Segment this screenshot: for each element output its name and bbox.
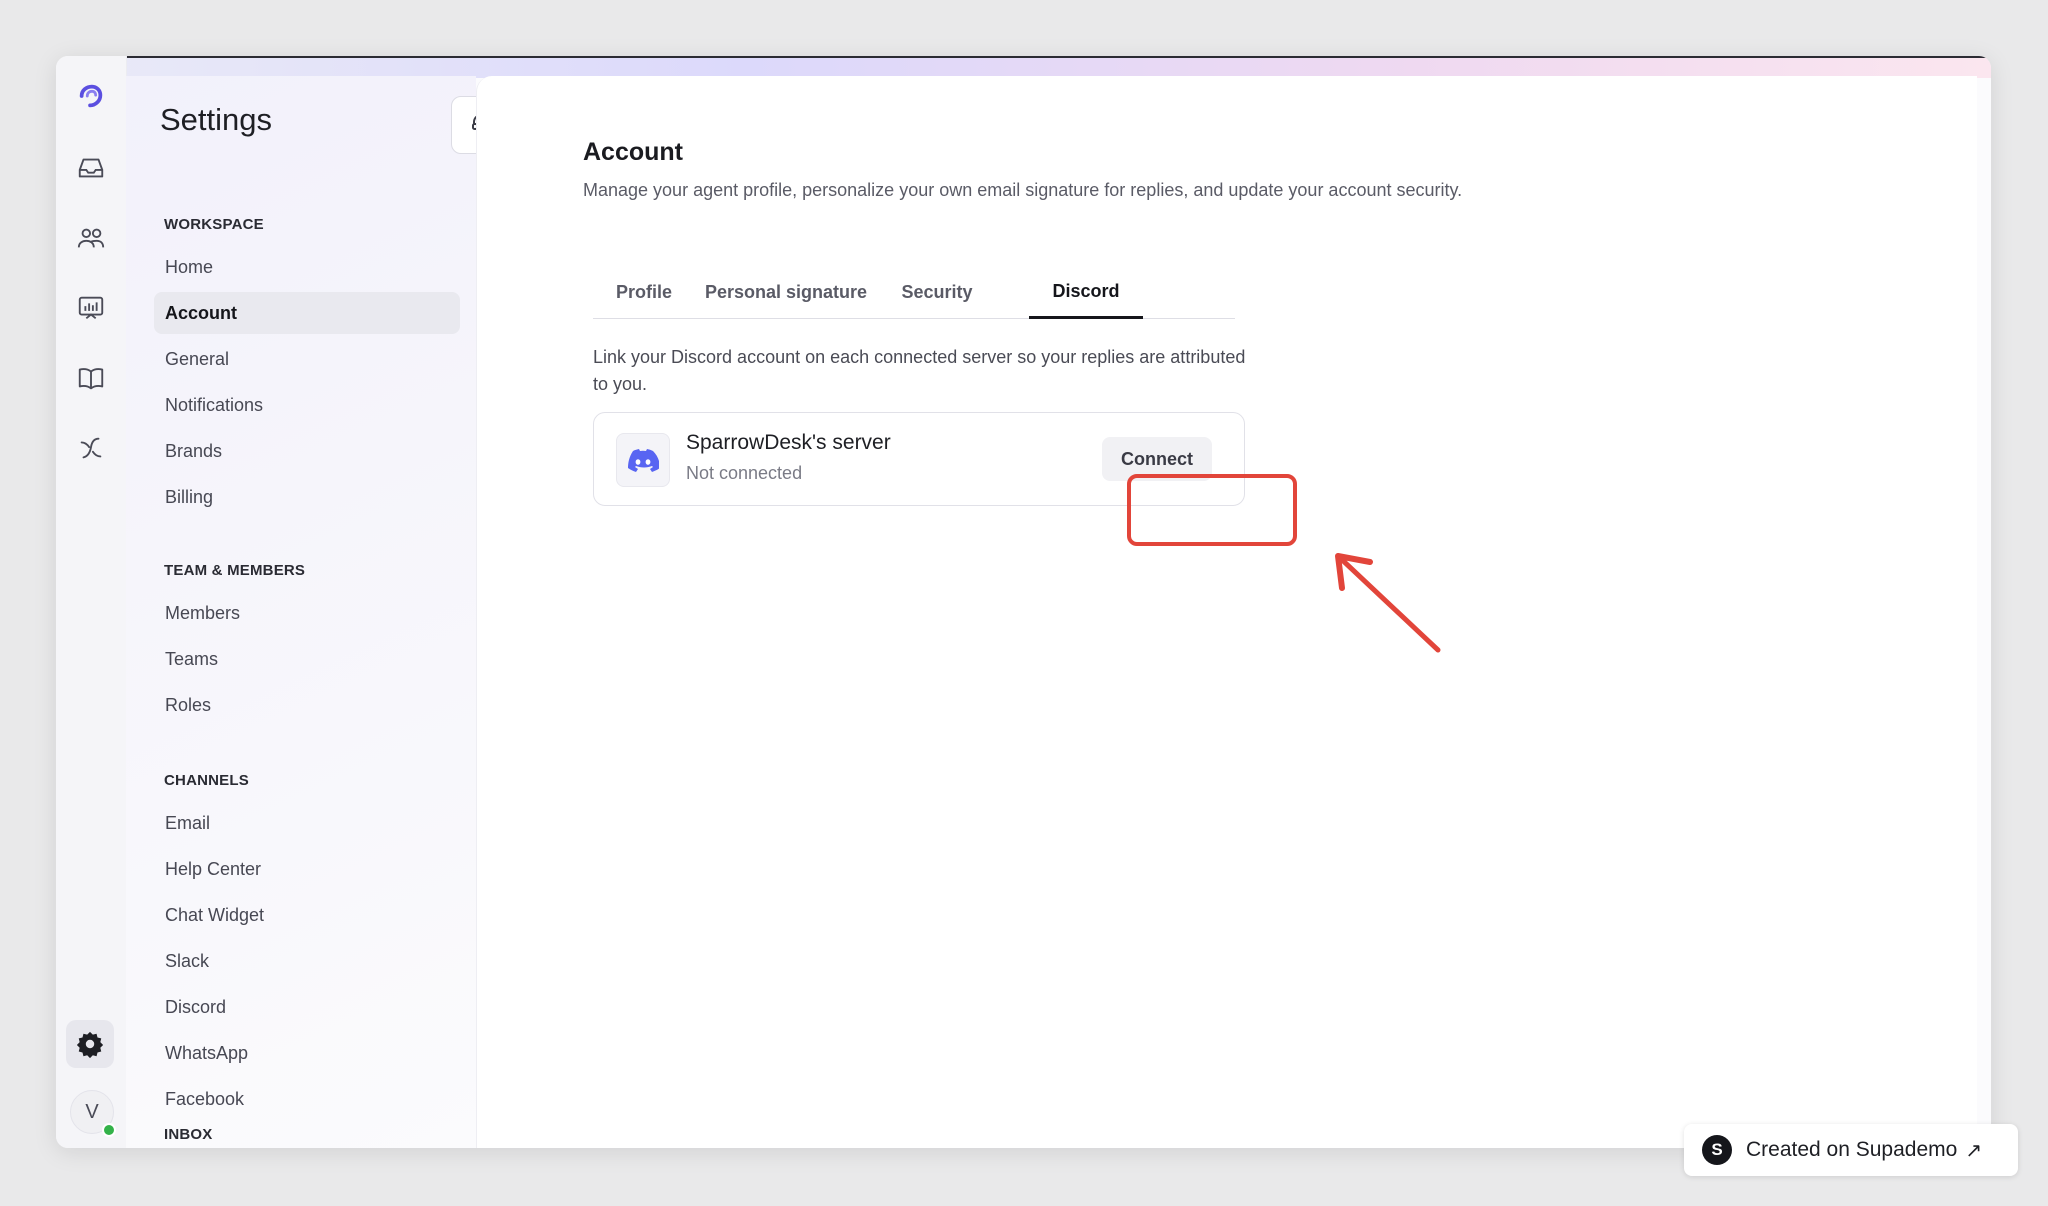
sidebar-item-slack[interactable]: Slack bbox=[154, 940, 460, 982]
online-status-dot bbox=[102, 1123, 116, 1137]
supademo-logo-icon: S bbox=[1702, 1135, 1732, 1165]
sidebar-item-general[interactable]: General bbox=[154, 338, 460, 380]
sidebar-item-teams[interactable]: Teams bbox=[154, 638, 460, 680]
ai-agent-icon[interactable] bbox=[73, 430, 109, 466]
section-label-channels: CHANNELS bbox=[164, 772, 249, 789]
inbox-icon[interactable] bbox=[73, 150, 109, 186]
tab-security[interactable]: Security bbox=[877, 266, 997, 318]
account-tabs: Profile Personal signature Security Disc… bbox=[593, 266, 1235, 319]
tab-personal-signature[interactable]: Personal signature bbox=[695, 266, 877, 318]
avatar-initial: V bbox=[85, 1100, 99, 1123]
sidebar-item-roles[interactable]: Roles bbox=[154, 684, 460, 726]
account-settings-panel: Account Manage your agent profile, perso… bbox=[476, 76, 1977, 1148]
sidebar-item-help-center[interactable]: Help Center bbox=[154, 848, 460, 890]
discord-icon bbox=[616, 433, 670, 487]
section-label-workspace: WORKSPACE bbox=[164, 216, 264, 233]
sidebar-item-chat-widget[interactable]: Chat Widget bbox=[154, 894, 460, 936]
knowledge-base-icon[interactable] bbox=[73, 360, 109, 396]
reports-icon[interactable] bbox=[73, 290, 109, 326]
server-name: SparrowDesk's server bbox=[686, 431, 891, 454]
sidebar-title: Settings bbox=[160, 102, 273, 137]
sidebar-item-whatsapp[interactable]: WhatsApp bbox=[154, 1032, 460, 1074]
sidebar-item-facebook[interactable]: Facebook bbox=[154, 1078, 460, 1120]
sidebar-item-members[interactable]: Members bbox=[154, 592, 460, 634]
discord-link-note: Link your Discord account on each connec… bbox=[593, 347, 1246, 394]
external-link-icon: ↗ bbox=[1965, 1139, 1983, 1162]
sidebar-item-account[interactable]: Account bbox=[154, 292, 460, 334]
sidebar-item-notifications[interactable]: Notifications bbox=[154, 384, 460, 426]
window-top-gradient bbox=[72, 56, 1991, 78]
tab-profile[interactable]: Profile bbox=[593, 266, 695, 318]
page-description: Manage your agent profile, personalize y… bbox=[583, 180, 1463, 200]
sidebar-item-discord[interactable]: Discord bbox=[154, 986, 460, 1028]
contacts-icon[interactable] bbox=[73, 220, 109, 256]
supademo-badge[interactable]: S Created on Supademo ↗ bbox=[1684, 1124, 2018, 1176]
supademo-badge-text: Created on Supademo bbox=[1746, 1138, 1958, 1161]
gear-icon[interactable] bbox=[66, 1020, 114, 1068]
settings-sidebar: Settings WORKSPACE Home Account General … bbox=[126, 76, 511, 1148]
sidebar-item-brands[interactable]: Brands bbox=[154, 430, 460, 472]
icon-rail: V bbox=[56, 56, 127, 1148]
app-window: V Settings WORKSPACE Home Account Genera… bbox=[56, 56, 1991, 1148]
server-connection-status: Not connected bbox=[686, 463, 803, 483]
sidebar-item-billing[interactable]: Billing bbox=[154, 476, 460, 518]
connect-highlight-annotation bbox=[1127, 474, 1297, 546]
sidebar-item-email[interactable]: Email bbox=[154, 802, 460, 844]
tab-discord[interactable]: Discord bbox=[1029, 266, 1143, 319]
sidebar-item-home[interactable]: Home bbox=[154, 246, 460, 288]
page-title: Account bbox=[583, 138, 683, 166]
pointer-arrow-annotation bbox=[1335, 553, 1441, 653]
section-label-inbox: INBOX bbox=[164, 1126, 213, 1143]
section-label-team-members: TEAM & MEMBERS bbox=[164, 562, 306, 579]
logo-icon[interactable] bbox=[73, 78, 109, 114]
